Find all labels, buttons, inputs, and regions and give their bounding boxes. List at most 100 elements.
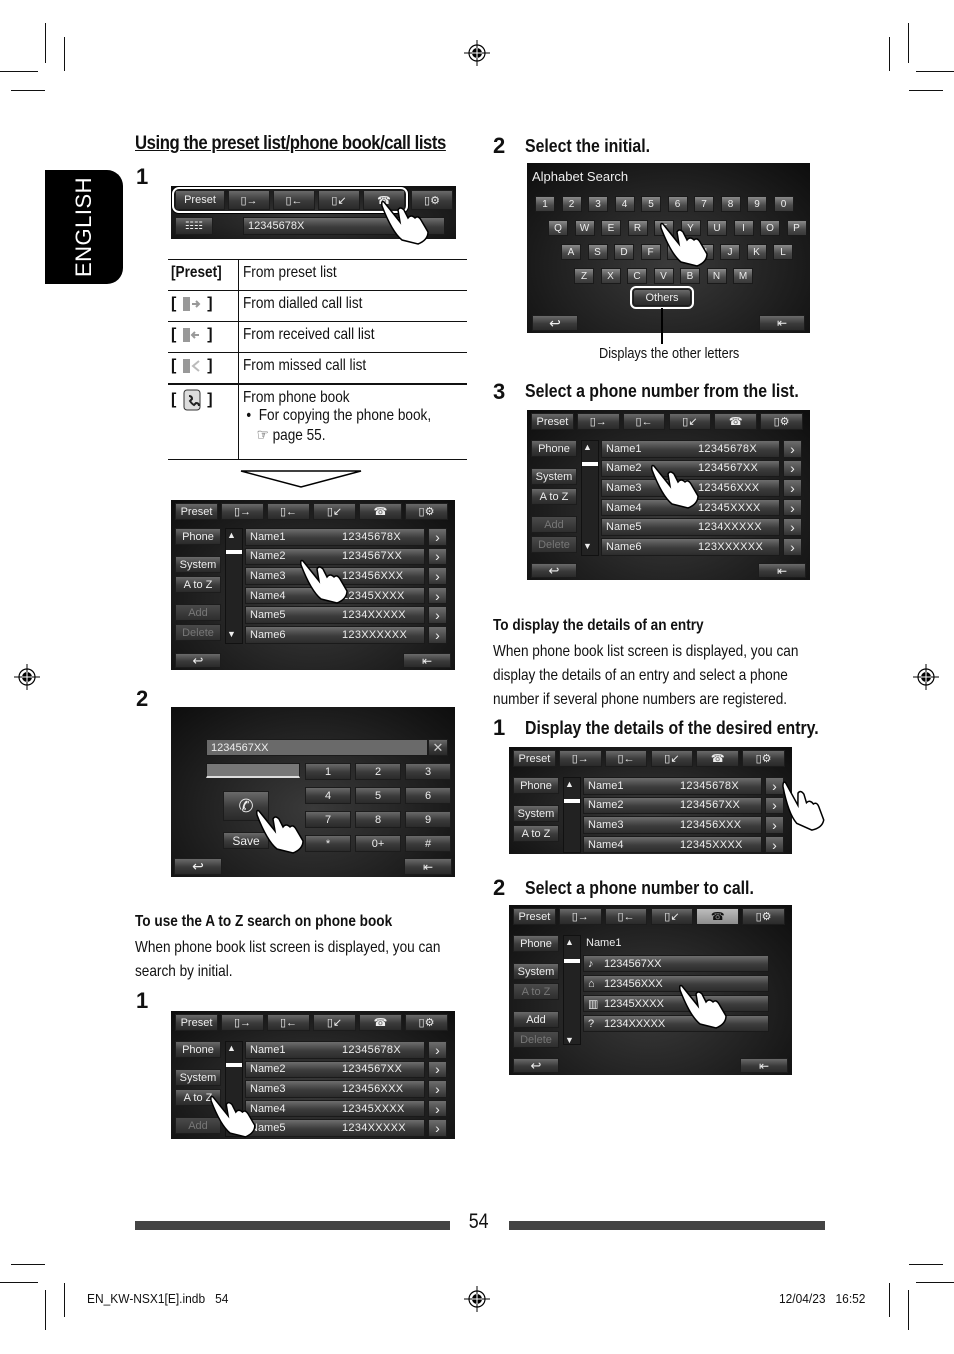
keyboard-key[interactable]: 4 [614,196,635,212]
phonebook-entry-row[interactable]: Name1 12345678X [245,1041,425,1059]
keyboard-key[interactable]: 2 [561,196,582,212]
phonebook-entry-row[interactable]: Name5 1234XXXXX [245,606,425,624]
exit-button[interactable]: ⇤ [404,858,452,875]
details-button[interactable]: › [428,1119,447,1137]
dial-key[interactable]: 5 [355,787,401,804]
details-button[interactable]: › [428,626,447,644]
phonebook-entry-row[interactable]: Name5 1234XXXXX [601,518,780,536]
missed-calls-tab[interactable]: ▯↙ [650,908,694,925]
details-button[interactable]: › [428,1060,447,1079]
details-button[interactable]: › [428,547,447,566]
preset-tab[interactable]: Preset [513,908,556,925]
dial-key[interactable]: 4 [305,787,351,804]
details-button[interactable]: › [783,479,802,497]
exit-button[interactable]: ⇤ [759,315,805,331]
exit-button[interactable]: ⇤ [758,563,806,578]
keyboard-key[interactable]: Z [574,268,594,284]
phonebook-entry-row[interactable]: Name1 12345678X [583,777,762,795]
exit-button[interactable]: ⇤ [403,653,451,668]
dial-key[interactable]: 6 [405,787,451,804]
details-button[interactable]: › [428,567,447,585]
preset-tab[interactable]: Preset [513,750,556,767]
scroll-up-icon[interactable]: ▲ [227,1043,236,1053]
keyboard-key[interactable]: 0 [773,196,794,212]
side-button-system[interactable]: System [513,963,559,980]
details-button[interactable]: › [428,1041,447,1059]
missed-calls-tab[interactable]: ▯↙ [668,413,712,430]
keyboard-key[interactable]: A [561,244,581,260]
preset-tab[interactable]: Preset [175,503,218,520]
keyboard-key[interactable]: V [653,268,674,284]
keyboard-key[interactable]: R [627,220,648,236]
keyboard-key[interactable]: W [574,220,595,236]
side-button-phone[interactable]: Phone [531,440,577,457]
scrollbar-thumb[interactable] [564,959,580,963]
received-calls-tab[interactable]: ▯← [622,413,666,430]
back-button[interactable]: ↩ [513,1058,559,1073]
details-button[interactable]: › [428,1099,447,1118]
details-button[interactable]: › [783,518,802,536]
scrollbar[interactable] [581,440,599,556]
scrollbar[interactable] [563,935,581,1045]
received-calls-tab[interactable]: ▯← [604,908,648,925]
phonebook-tab[interactable]: ☎ [714,413,758,430]
side-button-a-to-z[interactable]: A to Z [531,488,577,505]
keyboard-key[interactable]: O [760,220,780,236]
back-button[interactable]: ↩ [531,563,577,578]
keyboard-key[interactable]: S [587,244,608,260]
others-button[interactable]: Others [630,286,694,309]
back-button[interactable]: ↩ [174,858,222,875]
dial-key[interactable]: 0+ [355,835,401,852]
phone-settings-tab[interactable]: ▯⚙ [760,413,803,430]
dial-key[interactable]: 8 [355,811,401,828]
details-button[interactable]: › [783,459,802,478]
phone-settings-tab[interactable]: ▯⚙ [742,908,785,925]
page-reference-link[interactable]: page 55. [272,427,325,444]
side-button-system[interactable]: System [513,805,559,822]
keyboard-key[interactable]: 6 [667,196,688,212]
details-button[interactable]: › [428,606,447,624]
scroll-down-icon[interactable]: ▼ [583,541,592,551]
keyboard-key[interactable]: J [720,244,740,260]
details-button[interactable]: › [783,538,802,556]
phone-settings-tab[interactable]: ▯⚙ [405,1014,448,1031]
scroll-up-icon[interactable]: ▲ [565,937,574,947]
details-button[interactable]: › [783,498,802,517]
keyboard-key[interactable]: D [614,244,634,260]
side-button-system[interactable]: System [175,1069,221,1086]
keyboard-key[interactable]: X [600,268,621,284]
scrollbar-thumb[interactable] [226,549,242,554]
scroll-up-icon[interactable]: ▲ [583,442,592,452]
dial-key[interactable]: 2 [355,763,401,780]
details-button[interactable]: › [783,440,802,458]
name-field[interactable] [206,763,300,778]
keyboard-key[interactable]: N [706,268,727,284]
keyboard-key[interactable]: 5 [641,196,661,212]
phonebook-entry-row[interactable]: Name2 1234567XX [245,1060,425,1079]
dial-key[interactable]: 3 [405,763,451,780]
dial-key[interactable]: 1 [305,763,351,780]
phonebook-tab[interactable]: ☎ [359,1014,402,1031]
phone-number-row[interactable]: ♪ 1234567XX [583,955,769,972]
scroll-up-icon[interactable]: ▲ [565,779,574,789]
dial-key[interactable]: * [305,835,351,852]
phonebook-entry-row[interactable]: Name3 123456XXX [245,1080,425,1098]
phonebook-entry-row[interactable]: Name6 123XXXXXX [245,626,425,644]
scroll-up-icon[interactable]: ▲ [227,530,236,540]
phonebook-entry-row[interactable]: Name3 123456XXX [583,816,762,834]
dial-key[interactable]: # [405,835,451,852]
scrollbar-thumb[interactable] [582,461,598,466]
keyboard-key[interactable]: L [773,244,793,260]
missed-calls-tab[interactable]: ▯↙ [313,1014,356,1031]
received-calls-tab[interactable]: ▯← [267,503,310,520]
scrollbar[interactable] [225,528,243,644]
back-button[interactable]: ↩ [175,653,221,668]
scroll-down-icon[interactable]: ▼ [227,629,236,639]
side-button-phone[interactable]: Phone [513,777,559,794]
phonebook-tab[interactable]: ☎ [696,750,740,767]
keyboard-key[interactable]: B [680,268,700,284]
phonebook-entry-row[interactable]: Name1 12345678X [601,440,780,458]
side-button-a-to-z[interactable]: A to Z [513,825,559,842]
keyboard-key[interactable]: I [733,220,754,236]
keyboard-key[interactable]: 7 [694,196,714,212]
